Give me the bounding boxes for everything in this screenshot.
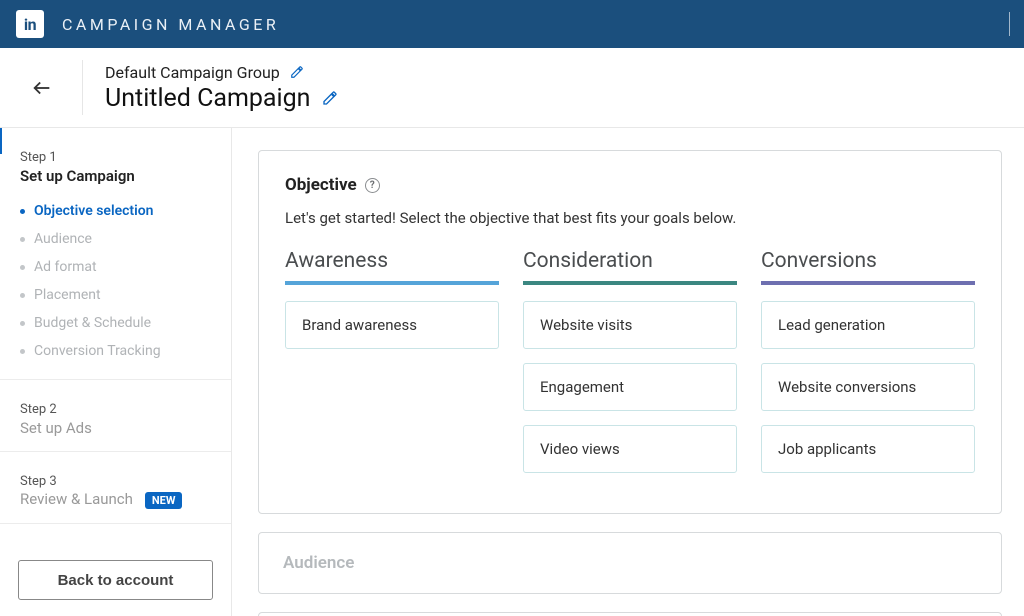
option-brand-awareness[interactable]: Brand awareness bbox=[285, 301, 499, 349]
campaign-group-name: Default Campaign Group bbox=[105, 63, 280, 82]
step-1-block: Step 1 Set up Campaign Objective selecti… bbox=[0, 128, 231, 380]
column-heading: Consideration bbox=[523, 249, 737, 281]
option-video-views[interactable]: Video views bbox=[523, 425, 737, 473]
option-website-visits[interactable]: Website visits bbox=[523, 301, 737, 349]
substep-budget-schedule[interactable]: Budget & Schedule bbox=[20, 309, 211, 337]
objective-title: Objective bbox=[285, 175, 357, 195]
substep-ad-format[interactable]: Ad format bbox=[20, 253, 211, 281]
main-panel: Objective ? Let's get started! Select th… bbox=[232, 128, 1024, 616]
column-heading: Awareness bbox=[285, 249, 499, 281]
substep-audience[interactable]: Audience bbox=[20, 225, 211, 253]
app-title: CAMPAIGN MANAGER bbox=[62, 15, 279, 34]
column-rule bbox=[761, 281, 975, 285]
column-rule bbox=[285, 281, 499, 285]
step-title: Set up Campaign bbox=[20, 167, 211, 185]
substep-conversion-tracking[interactable]: Conversion Tracking bbox=[20, 337, 211, 365]
step-label: Step 2 bbox=[20, 402, 211, 417]
substep-placement[interactable]: Placement bbox=[20, 281, 211, 309]
step-2-block[interactable]: Step 2 Set up Ads bbox=[0, 380, 231, 452]
substep-list: Objective selection Audience Ad format P… bbox=[20, 197, 211, 365]
edit-group-icon[interactable] bbox=[290, 65, 304, 79]
ad-format-card[interactable]: Ad format bbox=[258, 612, 1002, 616]
option-website-conversions[interactable]: Website conversions bbox=[761, 363, 975, 411]
step-label: Step 3 bbox=[20, 474, 211, 489]
substep-objective-selection[interactable]: Objective selection bbox=[20, 197, 211, 225]
step-title: Review & Launch bbox=[20, 490, 133, 508]
step-label: Step 1 bbox=[20, 150, 211, 165]
back-to-account-button[interactable]: Back to account bbox=[18, 560, 213, 600]
campaign-name: Untitled Campaign bbox=[105, 84, 310, 113]
step-3-block[interactable]: Step 3 Review & Launch NEW bbox=[0, 452, 231, 524]
column-rule bbox=[523, 281, 737, 285]
sidebar-footer: Back to account bbox=[0, 544, 231, 616]
top-bar: in CAMPAIGN MANAGER bbox=[0, 0, 1024, 48]
new-badge: NEW bbox=[145, 492, 183, 509]
step-title: Set up Ads bbox=[20, 419, 211, 437]
column-conversions: Conversions Lead generation Website conv… bbox=[761, 249, 975, 487]
column-consideration: Consideration Website visits Engagement … bbox=[523, 249, 737, 487]
edit-campaign-icon[interactable] bbox=[322, 90, 338, 106]
collapsed-card-title: Audience bbox=[283, 553, 977, 573]
sidebar: Step 1 Set up Campaign Objective selecti… bbox=[0, 128, 232, 616]
column-heading: Conversions bbox=[761, 249, 975, 281]
campaign-header: Default Campaign Group Untitled Campaign bbox=[0, 48, 1024, 128]
help-icon[interactable]: ? bbox=[365, 178, 380, 193]
objective-subtitle: Let's get started! Select the objective … bbox=[285, 209, 975, 227]
header-divider bbox=[82, 60, 83, 115]
topbar-divider bbox=[1009, 12, 1010, 36]
linkedin-logo: in bbox=[16, 10, 44, 38]
audience-card[interactable]: Audience bbox=[258, 532, 1002, 594]
objective-card: Objective ? Let's get started! Select th… bbox=[258, 150, 1002, 514]
option-engagement[interactable]: Engagement bbox=[523, 363, 737, 411]
back-button[interactable] bbox=[28, 74, 56, 102]
option-job-applicants[interactable]: Job applicants bbox=[761, 425, 975, 473]
option-lead-generation[interactable]: Lead generation bbox=[761, 301, 975, 349]
column-awareness: Awareness Brand awareness bbox=[285, 249, 499, 487]
